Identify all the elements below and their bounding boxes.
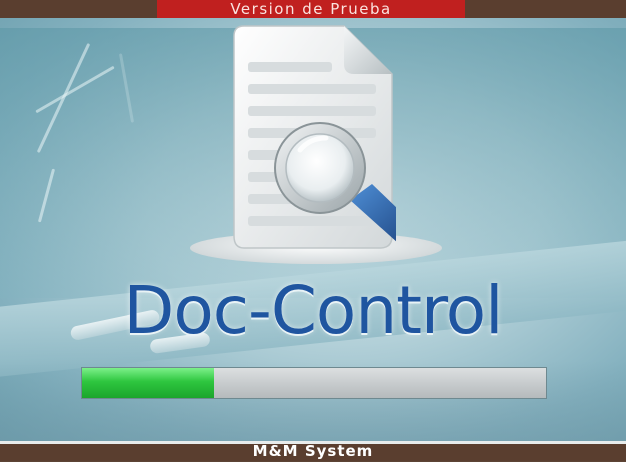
loading-progress-bar xyxy=(81,367,547,399)
document-search-icon xyxy=(233,25,396,249)
company-name: M&M System xyxy=(252,442,374,460)
app-title: Doc-Control xyxy=(123,272,504,349)
loading-progress-fill xyxy=(82,368,215,398)
trial-version-banner: Version de Prueba xyxy=(157,0,465,18)
